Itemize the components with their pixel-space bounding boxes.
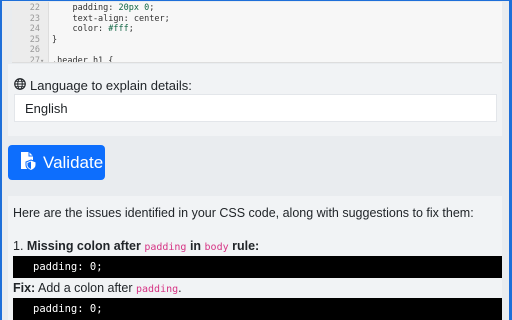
results-section: Here are the issues identified in your C…: [8, 196, 502, 320]
code-text: padding: 20px 0;: [52, 3, 155, 13]
code-line[interactable]: 23 text-align: center;: [12, 14, 502, 25]
code-text: text-align: center;: [52, 13, 170, 24]
fix-inline-code: padding: [136, 284, 179, 295]
fix-end: .: [178, 281, 182, 295]
fix-code-block: padding: 0;: [13, 298, 502, 320]
code-block: padding: 0;: [13, 256, 502, 278]
code-text: color: #fff;: [52, 24, 134, 35]
code-line[interactable]: 26: [12, 45, 502, 56]
code-editor[interactable]: 22 padding: 20px 0; 23 text-align: center…: [12, 2, 502, 63]
line-number: 24: [29, 24, 40, 35]
line-number: 26: [29, 45, 40, 56]
fix-label: Fix:: [13, 281, 36, 295]
validate-button[interactable]: Validate: [8, 145, 105, 180]
fix-line: Fix: Add a colon after padding.: [13, 281, 182, 295]
code-line[interactable]: 22 padding: 20px 0;: [12, 3, 502, 14]
line-number: 27: [29, 56, 40, 63]
issue-title-post: rule:: [228, 239, 260, 253]
code-text: .header h1 {: [52, 56, 114, 63]
globe-icon: [14, 78, 26, 93]
issue-number: 1.: [13, 239, 24, 253]
language-label: Language to explain details:: [14, 78, 192, 93]
language-select[interactable]: English: [14, 94, 497, 122]
inline-code-padding: padding: [144, 242, 187, 253]
results-intro: Here are the issues identified in your C…: [13, 206, 474, 220]
issue-title-mid: in: [186, 239, 205, 253]
code-line[interactable]: 24 color: #fff;: [12, 24, 502, 35]
language-label-text: Language to explain details:: [30, 78, 192, 93]
code-line[interactable]: 25}: [12, 35, 502, 46]
code-text: }: [52, 34, 58, 45]
validate-button-label: Validate: [43, 152, 104, 172]
issue-title-pre: Missing colon after: [26, 239, 145, 253]
fold-arrow-icon[interactable]: ▾: [40, 56, 44, 62]
language-section: Language to explain details: English: [8, 64, 502, 136]
issue-title: 1. Missing colon after padding in body r…: [13, 239, 259, 253]
fix-text: Add a colon after: [35, 281, 136, 295]
code-line[interactable]: 27 ▾ .header h1 {: [12, 56, 502, 63]
line-number: 23: [29, 13, 40, 24]
file-shield-icon: [20, 151, 37, 175]
line-number: 25: [29, 34, 40, 45]
inline-code-body: body: [204, 242, 229, 253]
line-number: 22: [29, 3, 40, 13]
